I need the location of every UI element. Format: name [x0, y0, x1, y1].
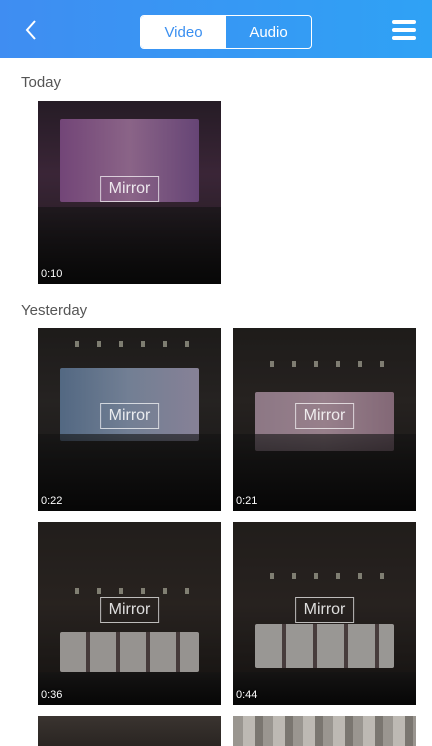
- media-type-segmented-control: Video Audio: [140, 15, 312, 49]
- video-duration: 0:36: [41, 689, 63, 701]
- video-duration: 0:21: [236, 495, 258, 507]
- video-thumbnail[interactable]: [233, 716, 416, 746]
- mirror-label: Mirror: [99, 402, 160, 429]
- video-thumbnail[interactable]: Mirror 0:10: [38, 101, 221, 284]
- video-thumbnail[interactable]: [38, 716, 221, 746]
- video-thumbnail[interactable]: Mirror 0:36: [38, 522, 221, 705]
- hamburger-menu-icon-line: [392, 28, 416, 32]
- section-label-today: Today: [21, 74, 62, 91]
- mirror-label: Mirror: [99, 596, 160, 623]
- hamburger-menu-icon-line: [392, 36, 416, 40]
- section-label-yesterday: Yesterday: [21, 302, 88, 319]
- menu-button[interactable]: [392, 20, 416, 40]
- back-button[interactable]: [18, 17, 44, 43]
- hamburger-menu-icon: [392, 20, 416, 24]
- tab-video[interactable]: Video: [141, 16, 226, 48]
- tab-audio[interactable]: Audio: [226, 16, 311, 48]
- video-thumbnail[interactable]: Mirror 0:44: [233, 522, 416, 705]
- mirror-label: Mirror: [99, 175, 160, 202]
- mirror-label: Mirror: [294, 402, 355, 429]
- video-duration: 0:44: [236, 689, 258, 701]
- video-duration: 0:22: [41, 495, 63, 507]
- mirror-label: Mirror: [294, 596, 355, 623]
- video-thumbnail[interactable]: Mirror 0:22: [38, 328, 221, 511]
- video-duration: 0:10: [41, 268, 63, 280]
- top-bar: Video Audio: [0, 0, 432, 58]
- chevron-left-icon: [25, 20, 36, 40]
- video-thumbnail[interactable]: Mirror 0:21: [233, 328, 416, 511]
